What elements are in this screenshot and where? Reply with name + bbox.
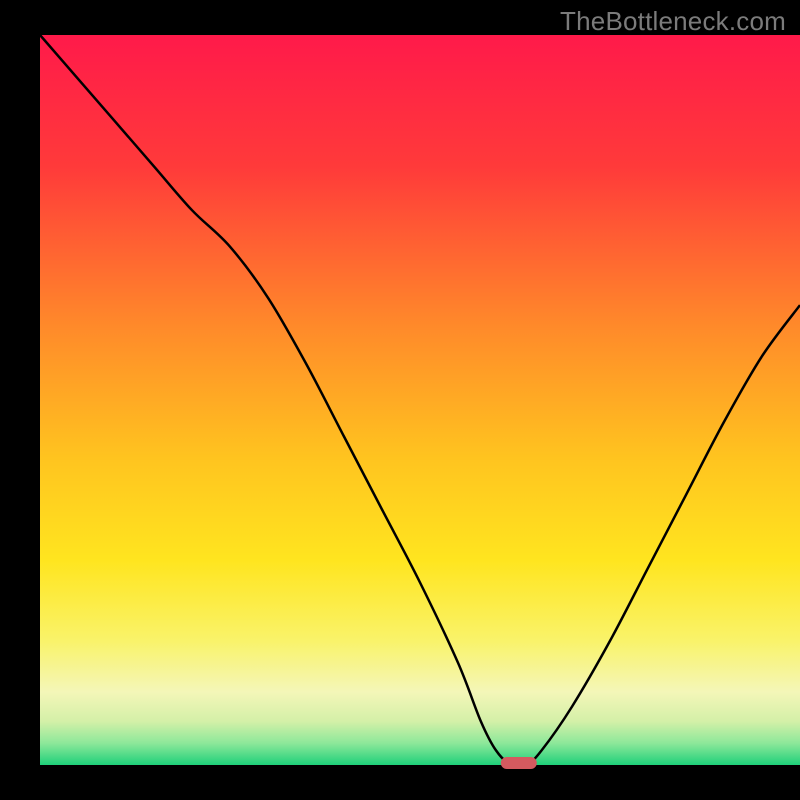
optimal-marker (501, 757, 537, 769)
bottleneck-chart (0, 0, 800, 800)
gradient-background (40, 35, 800, 765)
watermark-text: TheBottleneck.com (560, 6, 786, 37)
chart-frame: TheBottleneck.com (0, 0, 800, 800)
